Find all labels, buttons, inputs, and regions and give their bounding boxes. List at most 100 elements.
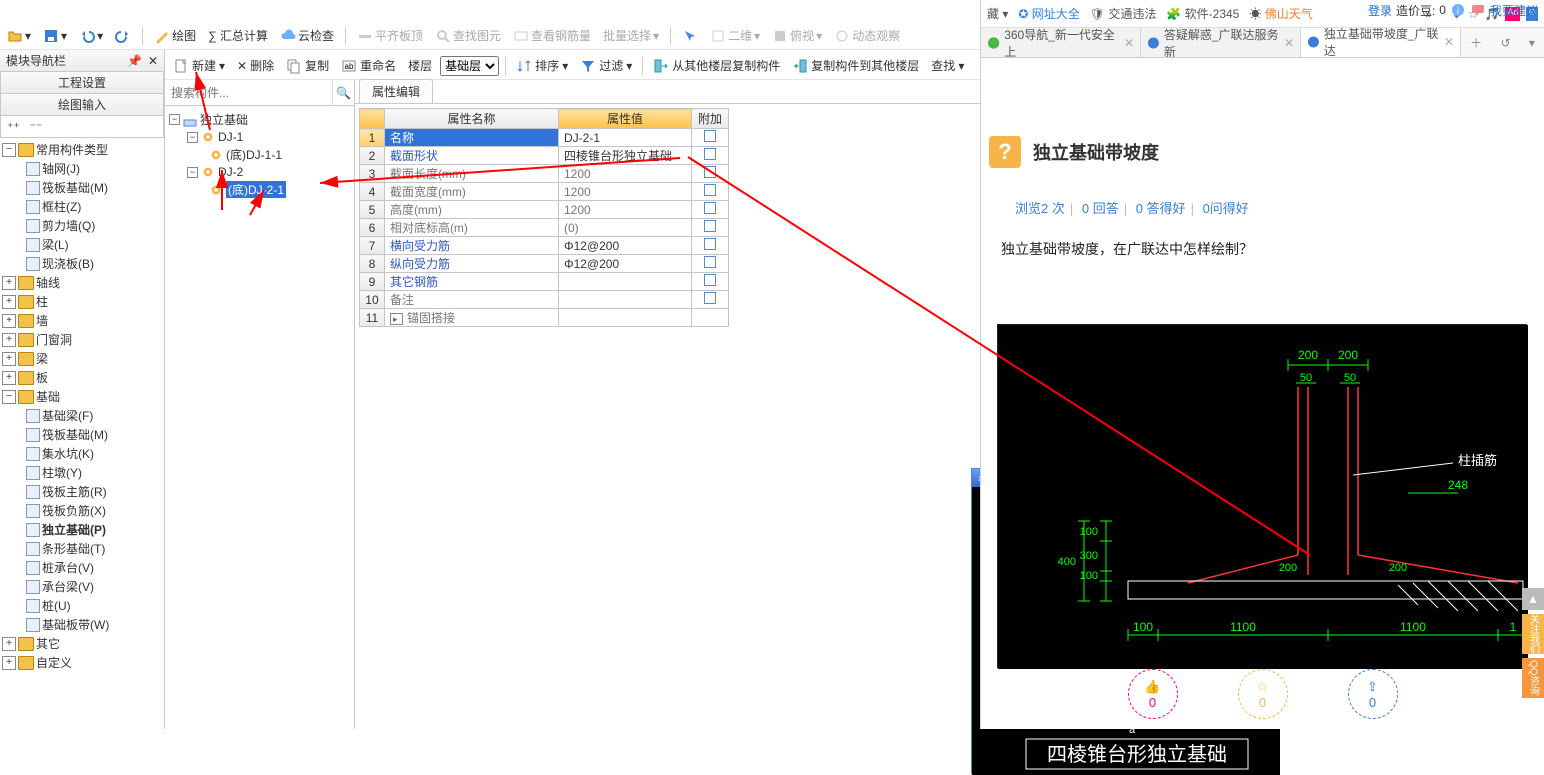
prop-value[interactable]: 1200 bbox=[559, 201, 692, 219]
property-row[interactable]: 7横向受力筋Φ12@200 bbox=[360, 237, 729, 255]
collapse-all-icon[interactable]: ⁻⁻ bbox=[30, 120, 43, 134]
browser-tab-active[interactable]: 独立基础带坡度_广联达✕ bbox=[1301, 28, 1461, 57]
twisty-icon[interactable]: − bbox=[187, 132, 198, 143]
suggest-link[interactable]: 我要建议 bbox=[1490, 2, 1538, 19]
prop-extra[interactable] bbox=[692, 183, 729, 201]
copy-button[interactable]: 复制 bbox=[282, 55, 333, 76]
prop-value[interactable]: (0) bbox=[559, 219, 692, 237]
twisty-icon[interactable]: − bbox=[2, 143, 16, 157]
prop-value[interactable]: DJ-2-1 bbox=[559, 129, 692, 147]
sort-button[interactable]: 排序 ▾ bbox=[512, 55, 572, 76]
tab-close-icon[interactable]: ✕ bbox=[1444, 35, 1454, 49]
redo-button[interactable] bbox=[112, 26, 134, 46]
browser-tab[interactable]: 360导航_新一代安全上✕ bbox=[981, 28, 1141, 57]
tree-item[interactable]: 框柱(Z) bbox=[42, 198, 81, 215]
tree-item[interactable]: 筏板负筋(X) bbox=[42, 502, 106, 519]
follow-us-button[interactable]: 关注我们 bbox=[1522, 614, 1544, 654]
prop-extra[interactable] bbox=[692, 129, 729, 147]
dj1-node[interactable]: DJ-1 bbox=[218, 130, 243, 144]
twisty-icon[interactable]: + bbox=[2, 656, 16, 670]
2d-toggle[interactable]: 二维 ▾ bbox=[707, 25, 763, 46]
prop-value[interactable]: Φ12@200 bbox=[559, 237, 692, 255]
tree-item[interactable]: 筏板主筋(R) bbox=[42, 483, 107, 500]
twisty-icon[interactable]: + bbox=[2, 276, 16, 290]
tree-item[interactable]: 条形基础(T) bbox=[42, 540, 105, 557]
property-row[interactable]: 9其它钢筋 bbox=[360, 273, 729, 291]
restore-tab-button[interactable]: ↺ bbox=[1500, 36, 1510, 50]
share-button[interactable]: ⇪0 bbox=[1348, 669, 1398, 719]
prop-value[interactable] bbox=[559, 273, 692, 291]
prop-extra[interactable] bbox=[692, 237, 729, 255]
like-button[interactable]: 👍0 bbox=[1128, 669, 1178, 719]
tree-item[interactable]: 集水坑(K) bbox=[42, 445, 94, 462]
root-node[interactable]: 独立基础 bbox=[200, 111, 248, 128]
close-icon[interactable]: ✕ bbox=[148, 54, 158, 68]
prop-value[interactable]: Φ12@200 bbox=[559, 255, 692, 273]
back-to-top-button[interactable]: ▲ bbox=[1522, 588, 1544, 610]
property-row[interactable]: 10备注 bbox=[360, 291, 729, 309]
tree-group[interactable]: 柱 bbox=[36, 293, 48, 310]
prop-extra[interactable] bbox=[692, 255, 729, 273]
copy-from-floor-button[interactable]: 从其他楼层复制构件 bbox=[649, 55, 784, 76]
floor-select[interactable]: 基础层 bbox=[440, 56, 499, 76]
prop-extra[interactable] bbox=[692, 219, 729, 237]
twisty-icon[interactable]: + bbox=[2, 314, 16, 328]
dj2-bottom-node-selected[interactable]: (底)DJ-2-1 bbox=[226, 181, 286, 198]
tree-item[interactable]: 基础梁(F) bbox=[42, 407, 93, 424]
twisty-icon[interactable]: + bbox=[2, 333, 16, 347]
filter-button[interactable]: 过滤 ▾ bbox=[576, 55, 636, 76]
tree-root[interactable]: 常用构件类型 bbox=[36, 141, 108, 158]
category-tree[interactable]: −常用构件类型 轴网(J) 筏板基础(M) 框柱(Z) 剪力墙(Q) 梁(L) … bbox=[0, 138, 164, 729]
prop-extra[interactable] bbox=[692, 201, 729, 219]
new-button[interactable]: 新建 ▾ bbox=[169, 55, 229, 76]
draw-button[interactable]: 绘图 bbox=[151, 25, 199, 46]
tab-list-button[interactable]: ▾ bbox=[1529, 36, 1535, 50]
find-button[interactable]: 查找 ▾ bbox=[927, 55, 968, 76]
twisty-icon[interactable]: + bbox=[2, 352, 16, 366]
tree-item[interactable]: 基础板带(W) bbox=[42, 616, 109, 633]
tree-item[interactable]: 轴网(J) bbox=[42, 160, 80, 177]
pin-icon[interactable]: 📌 bbox=[127, 54, 142, 68]
property-row[interactable]: 11▸ 锚固搭接 bbox=[360, 309, 729, 327]
search-button[interactable]: 🔍 bbox=[332, 80, 354, 105]
property-row[interactable]: 2截面形状四棱锥台形独立基础 bbox=[360, 147, 729, 165]
twisty-icon[interactable]: + bbox=[2, 637, 16, 651]
cloud-check-button[interactable]: 云检查 bbox=[277, 25, 337, 46]
browser-tab[interactable]: 答疑解惑_广联达服务新✕ bbox=[1141, 28, 1301, 57]
property-row[interactable]: 1名称DJ-2-1 bbox=[360, 129, 729, 147]
favorite-button[interactable]: ☆0 bbox=[1238, 669, 1288, 719]
tree-item[interactable]: 桩承台(V) bbox=[42, 559, 94, 576]
tree-item[interactable]: 承台梁(V) bbox=[42, 578, 94, 595]
property-row[interactable]: 4截面宽度(mm)1200 bbox=[360, 183, 729, 201]
tree-item[interactable]: 梁(L) bbox=[42, 236, 69, 253]
expand-all-icon[interactable]: ⁺⁺ bbox=[7, 120, 20, 134]
tree-item[interactable]: 现浇板(B) bbox=[42, 255, 94, 272]
search-input[interactable] bbox=[165, 80, 332, 105]
tree-group[interactable]: 门窗洞 bbox=[36, 331, 72, 348]
property-row[interactable]: 6相对底标高(m)(0) bbox=[360, 219, 729, 237]
prop-value[interactable] bbox=[559, 309, 692, 327]
prop-value[interactable]: 1200 bbox=[559, 183, 692, 201]
tree-group[interactable]: 基础 bbox=[36, 388, 60, 405]
qq-consult-button[interactable]: QQ咨询 bbox=[1522, 658, 1544, 698]
tree-group[interactable]: 轴线 bbox=[36, 274, 60, 291]
twisty-icon[interactable]: − bbox=[187, 167, 198, 178]
property-row[interactable]: 5高度(mm)1200 bbox=[360, 201, 729, 219]
tree-item[interactable]: 筏板基础(M) bbox=[42, 426, 108, 443]
picker-button[interactable] bbox=[679, 26, 701, 46]
tab-draw-input[interactable]: 绘图输入 bbox=[0, 94, 164, 116]
dj2-node[interactable]: DJ-2 bbox=[218, 165, 243, 179]
tab-close-icon[interactable]: ✕ bbox=[1124, 36, 1134, 50]
property-row[interactable]: 3截面长度(mm)1200 bbox=[360, 165, 729, 183]
prop-value[interactable]: 1200 bbox=[559, 165, 692, 183]
property-row[interactable]: 8纵向受力筋Φ12@200 bbox=[360, 255, 729, 273]
tree-item[interactable]: 筏板基础(M) bbox=[42, 179, 108, 196]
delete-button[interactable]: ✕ 删除 bbox=[233, 55, 278, 76]
prop-extra[interactable] bbox=[692, 291, 729, 309]
twisty-icon[interactable]: + bbox=[2, 371, 16, 385]
copy-to-floor-button[interactable]: 复制构件到其他楼层 bbox=[788, 55, 923, 76]
tree-group[interactable]: 其它 bbox=[36, 635, 60, 652]
tab-close-icon[interactable]: ✕ bbox=[1284, 36, 1294, 50]
tab-project-settings[interactable]: 工程设置 bbox=[0, 72, 164, 94]
open-button[interactable]: ▾ bbox=[4, 26, 34, 46]
